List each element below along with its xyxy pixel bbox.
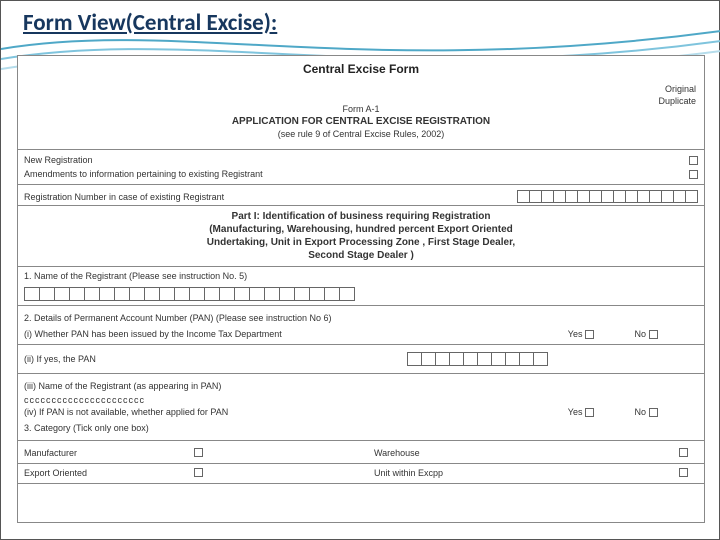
category-row-1: Manufacturer Warehouse <box>18 444 704 464</box>
q2iii-label: (iii) Name of the Registrant (as appeari… <box>18 377 704 395</box>
cat-warehouse-label: Warehouse <box>374 448 564 459</box>
form-title: Central Excise Form <box>18 62 704 76</box>
copy-type: Original Duplicate <box>658 84 696 107</box>
amendments-label: Amendments to information pertaining to … <box>24 169 689 179</box>
registrant-name-input[interactable] <box>24 287 698 301</box>
part-1-header: Part I: Identification of business requi… <box>18 205 704 267</box>
cat-unit-label: Unit within Excpp <box>374 468 564 479</box>
q2iv-label: (iv) If PAN is not available, whether ap… <box>24 407 228 417</box>
pan-issued-yes-checkbox[interactable] <box>585 330 594 339</box>
cat-export-label: Export Oriented <box>24 468 194 479</box>
form-rule: (see rule 9 of Central Excise Rules, 200… <box>18 129 704 139</box>
q2i-label: (i) Whether PAN has been issued by the I… <box>24 329 282 339</box>
q2ii-label: (ii) If yes, the PAN <box>24 354 96 364</box>
reg-number-input[interactable] <box>517 190 698 203</box>
form-subtitle: APPLICATION FOR CENTRAL EXCISE REGISTRAT… <box>18 116 704 127</box>
reg-number-label: Registration Number in case of existing … <box>24 192 517 202</box>
cat-manufacturer-label: Manufacturer <box>24 448 194 459</box>
duplicate-label: Duplicate <box>658 96 696 108</box>
original-label: Original <box>658 84 696 96</box>
q2-label: 2. Details of Permanent Account Number (… <box>18 309 704 327</box>
pan-applied-yes-checkbox[interactable] <box>585 408 594 417</box>
pan-issued-no-checkbox[interactable] <box>649 330 658 339</box>
q1-label: 1. Name of the Registrant (Please see in… <box>18 267 704 285</box>
slide-title: Form View(Central Excise): <box>23 9 277 37</box>
new-registration-checkbox[interactable] <box>689 156 698 165</box>
cat-manufacturer-checkbox[interactable] <box>194 448 203 457</box>
form-container: Central Excise Form Original Duplicate F… <box>17 55 705 523</box>
pan-input[interactable] <box>407 352 548 366</box>
category-row-2: Export Oriented Unit within Excpp <box>18 464 704 484</box>
new-registration-label: New Registration <box>24 155 689 165</box>
cat-warehouse-checkbox[interactable] <box>679 448 688 457</box>
q3-label: 3. Category (Tick only one box) <box>18 419 704 437</box>
registrant-pan-name-value: cccccccccccccccccccccc <box>18 395 704 405</box>
form-code: Form A-1 <box>18 104 704 114</box>
amendments-checkbox[interactable] <box>689 170 698 179</box>
cat-export-checkbox[interactable] <box>194 468 203 477</box>
pan-applied-no-checkbox[interactable] <box>649 408 658 417</box>
cat-unit-checkbox[interactable] <box>679 468 688 477</box>
